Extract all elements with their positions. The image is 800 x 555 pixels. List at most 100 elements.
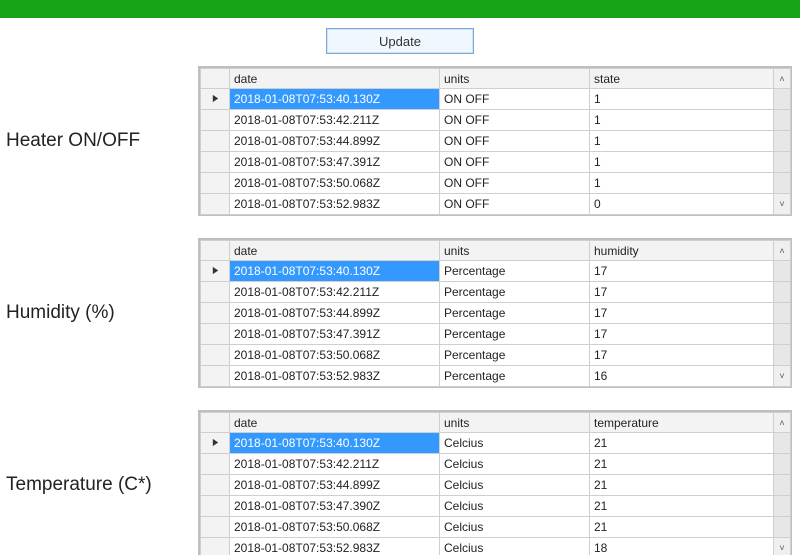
cell-state[interactable]: 1 [590,110,774,131]
scroll-up[interactable]: ˄ [774,412,791,433]
col-humidity[interactable]: humidity [590,240,774,261]
row-indicator[interactable] [200,454,230,475]
cell-temperature[interactable]: 21 [590,454,774,475]
cell-date[interactable]: 2018-01-08T07:53:40.130Z [230,433,440,454]
cell-humidity[interactable]: 17 [590,324,774,345]
panel-heater-grid[interactable]: date units state ˄ 2018-01-08T07:53:40.1… [198,66,792,216]
panel-humidity-grid[interactable]: date units humidity ˄ 2018-01-08T07:53:4… [198,238,792,388]
cell-units[interactable]: Celcius [440,496,590,517]
scroll-track[interactable] [774,496,791,517]
cell-state[interactable]: 1 [590,152,774,173]
cell-date[interactable]: 2018-01-08T07:53:44.899Z [230,475,440,496]
cell-date[interactable]: 2018-01-08T07:53:42.211Z [230,110,440,131]
row-indicator[interactable] [200,89,230,110]
scroll-track[interactable] [774,303,791,324]
cell-humidity[interactable]: 16 [590,366,774,387]
scroll-track[interactable] [774,131,791,152]
scroll-track[interactable] [774,345,791,366]
cell-date[interactable]: 2018-01-08T07:53:50.068Z [230,173,440,194]
cell-date[interactable]: 2018-01-08T07:53:52.983Z [230,538,440,555]
row-indicator[interactable] [200,517,230,538]
cell-date[interactable]: 2018-01-08T07:53:52.983Z [230,366,440,387]
cell-date[interactable]: 2018-01-08T07:53:40.130Z [230,89,440,110]
row-indicator[interactable] [200,345,230,366]
scroll-track[interactable] [774,152,791,173]
cell-temperature[interactable]: 21 [590,433,774,454]
scroll-track[interactable] [774,282,791,303]
col-units[interactable]: units [440,240,590,261]
cell-date[interactable]: 2018-01-08T07:53:52.983Z [230,194,440,215]
row-indicator[interactable] [200,282,230,303]
cell-date[interactable]: 2018-01-08T07:53:50.068Z [230,345,440,366]
cell-date[interactable]: 2018-01-08T07:53:42.211Z [230,282,440,303]
scroll-track[interactable] [774,324,791,345]
cell-units[interactable]: Celcius [440,433,590,454]
cell-temperature[interactable]: 21 [590,475,774,496]
scroll-track[interactable] [774,89,791,110]
cell-state[interactable]: 0 [590,194,774,215]
cell-state[interactable]: 1 [590,131,774,152]
cell-units[interactable]: ON OFF [440,89,590,110]
cell-units[interactable]: Percentage [440,261,590,282]
cell-temperature[interactable]: 21 [590,496,774,517]
scroll-up[interactable]: ˄ [774,240,791,261]
cell-humidity[interactable]: 17 [590,345,774,366]
row-indicator[interactable] [200,261,230,282]
cell-units[interactable]: Percentage [440,366,590,387]
cell-humidity[interactable]: 17 [590,282,774,303]
scroll-down[interactable]: ˅ [774,538,791,555]
scroll-track[interactable] [774,454,791,475]
cell-units[interactable]: ON OFF [440,194,590,215]
cell-date[interactable]: 2018-01-08T07:53:42.211Z [230,454,440,475]
col-temperature[interactable]: temperature [590,412,774,433]
cell-units[interactable]: Percentage [440,282,590,303]
scroll-track[interactable] [774,110,791,131]
cell-temperature[interactable]: 18 [590,538,774,555]
cell-humidity[interactable]: 17 [590,261,774,282]
cell-date[interactable]: 2018-01-08T07:53:47.390Z [230,496,440,517]
cell-humidity[interactable]: 17 [590,303,774,324]
row-indicator[interactable] [200,324,230,345]
cell-temperature[interactable]: 21 [590,517,774,538]
col-units[interactable]: units [440,412,590,433]
scroll-track[interactable] [774,517,791,538]
row-indicator[interactable] [200,303,230,324]
cell-date[interactable]: 2018-01-08T07:53:44.899Z [230,303,440,324]
row-indicator[interactable] [200,538,230,555]
scroll-track[interactable] [774,173,791,194]
cell-units[interactable]: ON OFF [440,152,590,173]
col-units[interactable]: units [440,68,590,89]
row-indicator[interactable] [200,433,230,454]
row-indicator[interactable] [200,110,230,131]
col-date[interactable]: date [230,240,440,261]
scroll-up[interactable]: ˄ [774,68,791,89]
col-date[interactable]: date [230,412,440,433]
cell-units[interactable]: ON OFF [440,131,590,152]
cell-state[interactable]: 1 [590,173,774,194]
cell-date[interactable]: 2018-01-08T07:53:47.391Z [230,152,440,173]
cell-units[interactable]: Celcius [440,475,590,496]
panel-temperature-grid[interactable]: date units temperature ˄ 2018-01-08T07:5… [198,410,792,555]
scroll-track[interactable] [774,475,791,496]
scroll-track[interactable] [774,261,791,282]
row-indicator[interactable] [200,152,230,173]
update-button[interactable]: Update [326,28,474,54]
row-indicator[interactable] [200,496,230,517]
row-indicator[interactable] [200,366,230,387]
cell-units[interactable]: Celcius [440,517,590,538]
cell-state[interactable]: 1 [590,89,774,110]
row-indicator[interactable] [200,194,230,215]
scroll-track[interactable] [774,433,791,454]
cell-units[interactable]: Celcius [440,538,590,555]
row-indicator[interactable] [200,131,230,152]
cell-units[interactable]: ON OFF [440,173,590,194]
cell-units[interactable]: Percentage [440,345,590,366]
cell-units[interactable]: Percentage [440,303,590,324]
row-indicator[interactable] [200,475,230,496]
row-indicator[interactable] [200,173,230,194]
cell-units[interactable]: Percentage [440,324,590,345]
cell-date[interactable]: 2018-01-08T07:53:40.130Z [230,261,440,282]
scroll-down[interactable]: ˅ [774,366,791,387]
col-date[interactable]: date [230,68,440,89]
col-state[interactable]: state [590,68,774,89]
